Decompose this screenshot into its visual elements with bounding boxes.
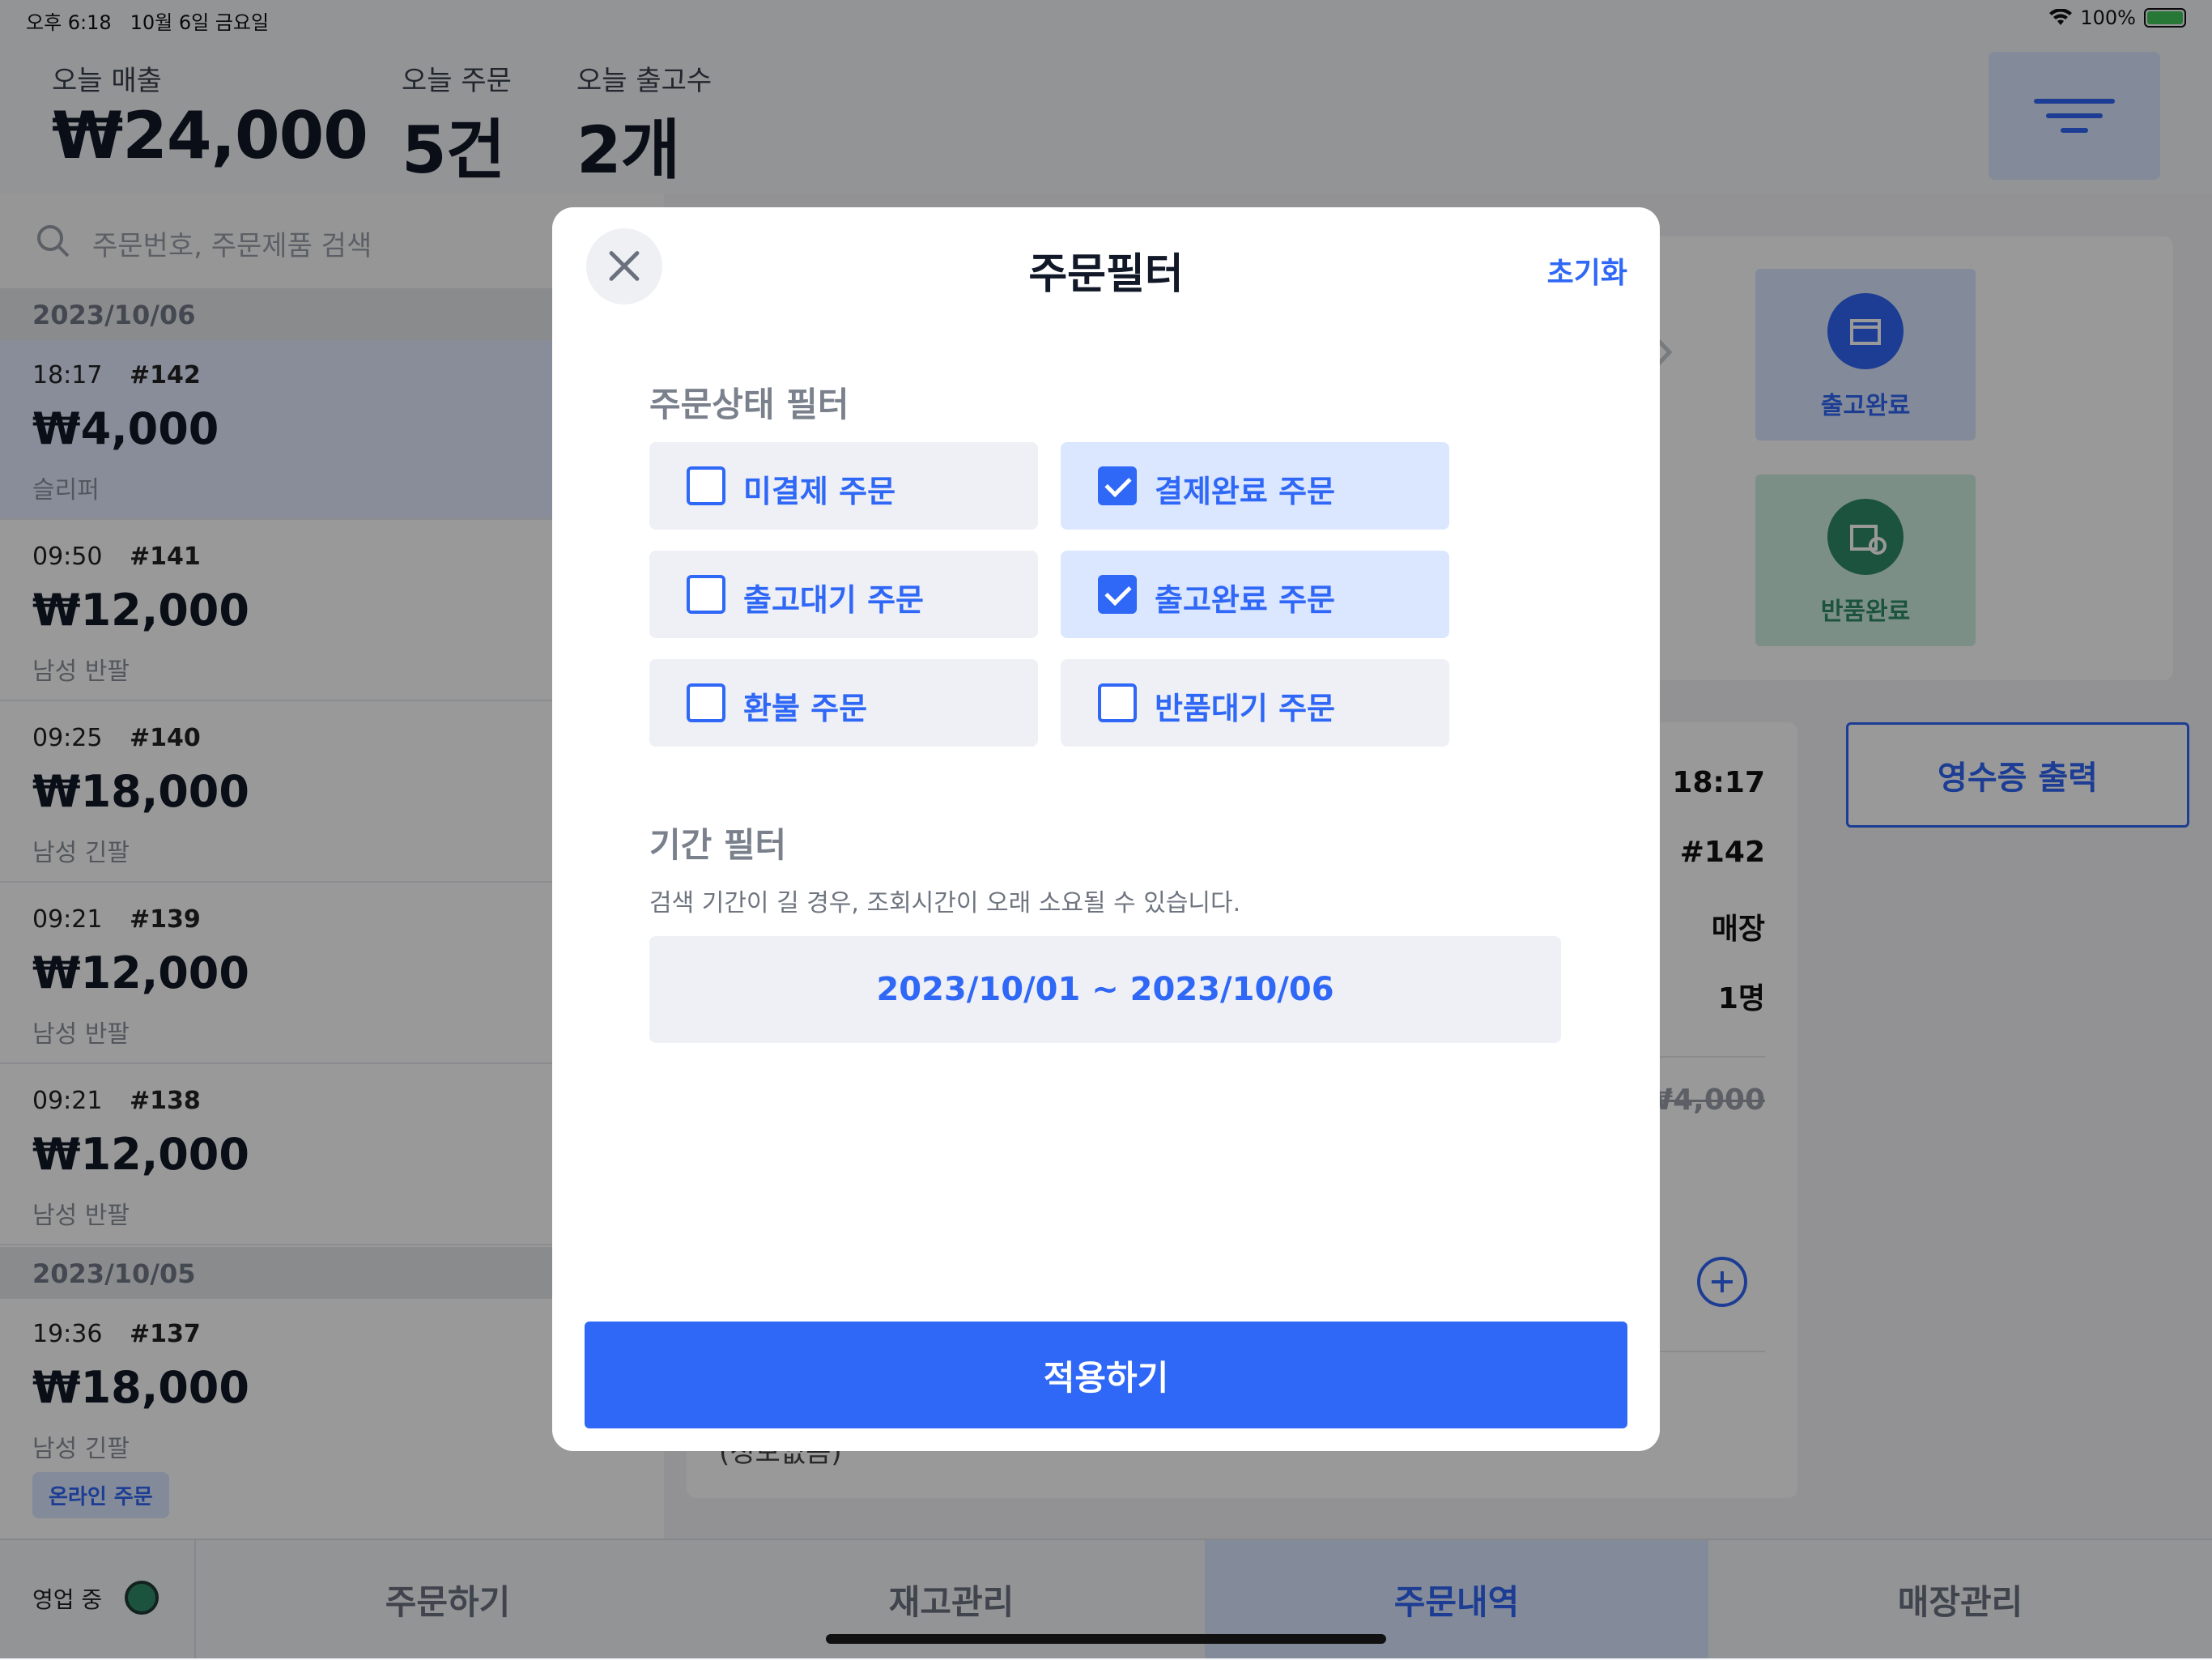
status-filter-title: 주문상태 필터 (649, 385, 849, 424)
filter-option-paid[interactable]: 결제완료 주문 (1061, 442, 1449, 530)
home-indicator (826, 1634, 1386, 1644)
checkbox-icon (687, 466, 725, 505)
checkbox-checked-icon (1098, 575, 1137, 614)
checkbox-icon (687, 683, 725, 722)
filter-option-awaiting-shipment[interactable]: 출고대기 주문 (649, 551, 1038, 638)
checkbox-icon (687, 575, 725, 614)
filter-option-refund[interactable]: 환불 주문 (649, 659, 1038, 747)
reset-button[interactable]: 초기화 (1547, 249, 1627, 292)
modal-title: 주문필터 (1028, 250, 1184, 299)
filter-option-unpaid[interactable]: 미결제 주문 (649, 442, 1038, 530)
period-filter-title: 기간 필터 (649, 825, 787, 865)
filter-option-shipped[interactable]: 출고완료 주문 (1061, 551, 1449, 638)
order-filter-modal: 주문필터 초기화 주문상태 필터 미결제 주문 결제완료 주문 출고대기 주문 … (552, 207, 1660, 1451)
checkbox-icon (1098, 683, 1137, 722)
checkbox-checked-icon (1098, 466, 1137, 505)
apply-button[interactable]: 적용하기 (585, 1322, 1627, 1428)
period-filter-description: 검색 기간이 길 경우, 조회시간이 오래 소요될 수 있습니다. (649, 889, 1241, 917)
filter-option-awaiting-return[interactable]: 반품대기 주문 (1061, 659, 1449, 747)
date-range-picker[interactable]: 2023/10/01 ~ 2023/10/06 (649, 936, 1561, 1043)
